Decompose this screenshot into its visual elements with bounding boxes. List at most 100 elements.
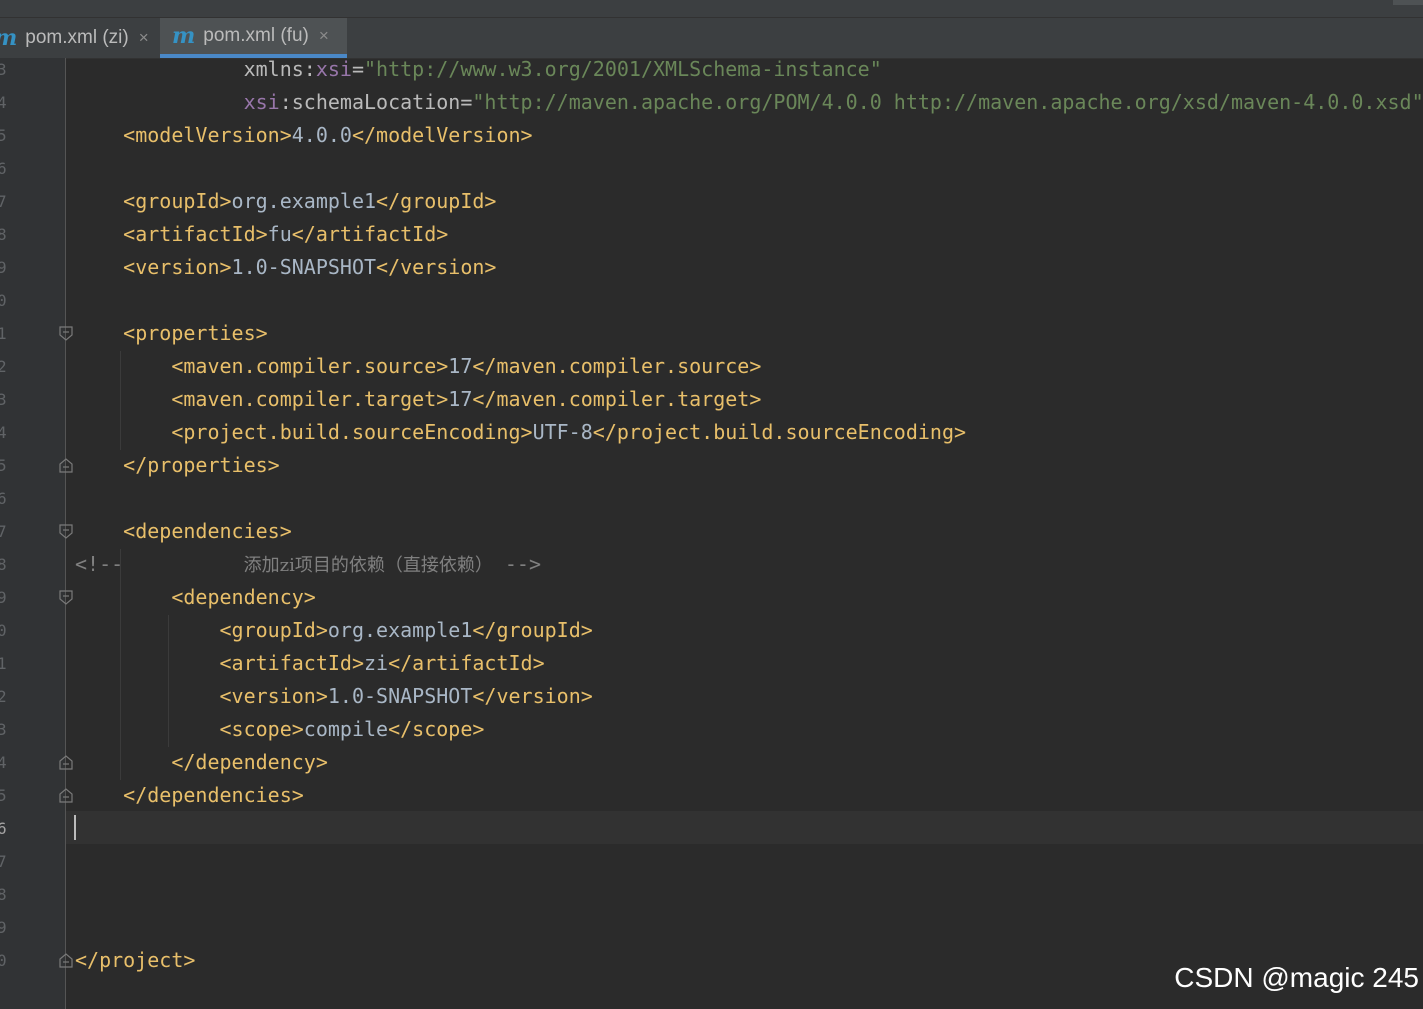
code-line: <dependencies> — [75, 515, 292, 548]
xml-tag: <project.build.sourceEncoding> — [171, 420, 533, 444]
xml-value: "http://www.w3.org/2001/XMLSchema-instan… — [364, 57, 882, 81]
line-number[interactable]: 0 — [0, 284, 7, 317]
xml-tag: </project.build.sourceEncoding> — [592, 420, 967, 444]
line-number[interactable]: 0 — [0, 614, 7, 647]
xml-text: 1.0-SNAPSHOT — [231, 255, 377, 279]
code-line: <version>1.0-SNAPSHOT</version> — [75, 251, 496, 284]
fold-end-icon[interactable] — [59, 458, 73, 473]
window-top-strip — [0, 0, 1423, 18]
xml-namespace: xsi — [243, 90, 280, 114]
xml-text: fu — [267, 222, 292, 246]
code-line: <artifactId>fu</artifactId> — [75, 218, 448, 251]
line-number[interactable]: 5 — [0, 449, 7, 482]
line-number[interactable]: 4 — [0, 416, 7, 449]
code-line: <dependency> — [75, 581, 316, 614]
maven-icon: m — [172, 23, 196, 49]
tab-pom-fu[interactable]: m pom.xml (fu) × — [160, 18, 347, 58]
xml-tag: </groupId> — [376, 189, 497, 213]
xml-tag: <groupId> — [219, 618, 328, 642]
xml-text: compile — [303, 717, 389, 741]
close-icon[interactable]: × — [319, 26, 329, 46]
xml-attribute: :schemaLocation — [279, 90, 461, 114]
line-number[interactable]: 9 — [0, 581, 7, 614]
xml-tag: </artifactId> — [388, 651, 545, 675]
xml-equals: = — [351, 57, 364, 81]
fold-collapse-icon[interactable] — [59, 326, 73, 341]
xml-tag: <version> — [123, 255, 232, 279]
line-number[interactable]: 9 — [0, 251, 7, 284]
line-number[interactable]: 3 — [0, 383, 7, 416]
line-number[interactable]: 3 — [0, 53, 7, 86]
xml-tag: </project> — [75, 948, 196, 972]
xml-tag: </properties> — [123, 453, 280, 477]
fold-end-icon[interactable] — [59, 788, 73, 803]
xml-tag: </scope> — [388, 717, 485, 741]
tab-pom-zi[interactable]: m pom.xml (zi) × — [0, 18, 152, 58]
xml-tag: <artifactId> — [219, 651, 365, 675]
xml-tag: <maven.compiler.target> — [171, 387, 449, 411]
line-number[interactable]: 9 — [0, 911, 7, 944]
xml-tag: <artifactId> — [123, 222, 268, 246]
xml-text: UTF-8 — [532, 420, 593, 444]
code-line: <scope>compile</scope> — [75, 713, 485, 746]
line-number[interactable]: 1 — [0, 317, 7, 350]
code-line: <!-- 添加zi项目的依赖（直接依赖） --> — [75, 548, 541, 581]
xml-tag: </dependency> — [171, 750, 328, 774]
xml-tag: </modelVersion> — [351, 123, 533, 147]
line-number[interactable]: 4 — [0, 86, 7, 119]
xml-tag: <version> — [219, 684, 328, 708]
line-number-gutter[interactable] — [0, 58, 66, 1009]
code-line: <groupId>org.example1</groupId> — [75, 185, 496, 218]
xml-text: zi — [364, 651, 389, 675]
line-number[interactable]: 3 — [0, 713, 7, 746]
fold-end-icon[interactable] — [59, 953, 73, 968]
line-number[interactable]: 7 — [0, 845, 7, 878]
window-corner-control[interactable] — [1393, 0, 1423, 5]
xml-tag: </groupId> — [472, 618, 593, 642]
text-caret — [74, 815, 76, 840]
code-line: <modelVersion>4.0.0</modelVersion> — [75, 119, 533, 152]
xml-tag: <scope> — [219, 717, 304, 741]
xml-text: org.example1 — [231, 189, 377, 213]
line-number[interactable]: 4 — [0, 746, 7, 779]
line-number[interactable]: 0 — [0, 944, 7, 977]
line-number[interactable]: 2 — [0, 680, 7, 713]
code-line: xsi:schemaLocation="http://maven.apache.… — [75, 86, 1423, 119]
maven-icon: m — [0, 25, 17, 51]
xml-namespace: xsi — [315, 57, 352, 81]
tab-label: pom.xml (fu) — [203, 25, 309, 46]
xml-tag: <dependency> — [171, 585, 316, 609]
xml-tag: <modelVersion> — [123, 123, 292, 147]
xml-tag: </maven.compiler.target> — [472, 387, 762, 411]
line-number[interactable]: 1 — [0, 647, 7, 680]
fold-collapse-icon[interactable] — [59, 590, 73, 605]
fold-collapse-icon[interactable] — [59, 524, 73, 539]
line-number[interactable]: 8 — [0, 218, 7, 251]
xml-tag: </version> — [472, 684, 593, 708]
xml-tag: </artifactId> — [291, 222, 449, 246]
fold-end-icon[interactable] — [59, 755, 73, 770]
code-line: <artifactId>zi</artifactId> — [75, 647, 545, 680]
line-number[interactable]: 6 — [0, 482, 7, 515]
line-number[interactable]: 5 — [0, 119, 7, 152]
code-line: <maven.compiler.target>17</maven.compile… — [75, 383, 761, 416]
line-number[interactable]: 7 — [0, 515, 7, 548]
xml-text: 17 — [448, 387, 473, 411]
line-number[interactable]: 5 — [0, 779, 7, 812]
xml-tag: <groupId> — [123, 189, 232, 213]
xml-tag: </dependencies> — [123, 783, 304, 807]
code-line: <version>1.0-SNAPSHOT</version> — [75, 680, 593, 713]
line-number[interactable]: 6 — [0, 152, 7, 185]
xml-tag: <properties> — [123, 321, 268, 345]
code-line: <maven.compiler.source>17</maven.compile… — [75, 350, 761, 383]
code-line: </dependency> — [75, 746, 328, 779]
line-number[interactable]: 7 — [0, 185, 7, 218]
line-number[interactable]: 8 — [0, 548, 7, 581]
xml-attribute: xmlns: — [243, 57, 316, 81]
line-number[interactable]: 2 — [0, 350, 7, 383]
line-number[interactable]: 6 — [0, 812, 7, 845]
xml-tag: </version> — [376, 255, 497, 279]
close-icon[interactable]: × — [139, 28, 149, 48]
line-number[interactable]: 8 — [0, 878, 7, 911]
tab-label: pom.xml (zi) — [25, 27, 129, 48]
